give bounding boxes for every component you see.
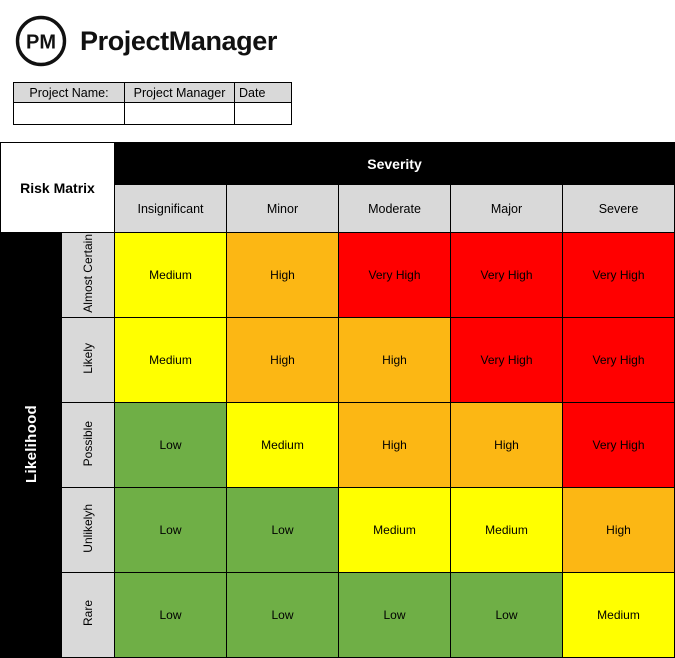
matrix-cell[interactable]: Very High: [450, 317, 563, 403]
svg-text:PM: PM: [26, 32, 56, 54]
matrix-cell[interactable]: Medium: [562, 572, 675, 658]
project-info-value-row: [13, 102, 292, 125]
severity-level-minor: Minor: [226, 184, 339, 233]
risk-matrix-corner-label: Risk Matrix: [0, 142, 115, 233]
matrix-cell[interactable]: Very High: [450, 232, 563, 318]
matrix-row-unlikely: Unlikelyh Low Low Medium Medium High: [1, 487, 675, 573]
matrix-cell[interactable]: Very High: [562, 232, 675, 318]
project-info-header-row: Project Name: Project Manager Date: [13, 82, 292, 103]
project-name-field[interactable]: [13, 102, 125, 125]
severity-band-row: Risk Matrix Severity: [0, 142, 675, 233]
matrix-cell[interactable]: High: [338, 317, 451, 403]
likelihood-level-likely: Likely: [61, 317, 115, 403]
matrix-cell[interactable]: Medium: [226, 402, 339, 488]
likelihood-level-rare: Rare: [61, 572, 115, 658]
matrix-cell[interactable]: Medium: [114, 232, 227, 318]
matrix-cell[interactable]: High: [226, 317, 339, 403]
matrix-row-possible: Possible Low Medium High High Very High: [1, 402, 675, 488]
date-header: Date: [234, 82, 292, 103]
matrix-cell[interactable]: Medium: [338, 487, 451, 573]
matrix-cell[interactable]: Low: [114, 487, 227, 573]
likelihood-level-text: Almost Certain: [81, 234, 95, 313]
matrix-cell[interactable]: Low: [114, 402, 227, 488]
brand-name: ProjectManager: [80, 25, 277, 56]
matrix-cell[interactable]: High: [562, 487, 675, 573]
likelihood-level-unlikely: Unlikelyh: [61, 487, 115, 573]
likelihood-axis-label: Likelihood: [0, 232, 62, 658]
project-name-header: Project Name:: [13, 82, 125, 103]
date-field[interactable]: [234, 102, 292, 125]
matrix-row-likely: Likely Medium High High Very High Very H…: [1, 317, 675, 403]
matrix-cell[interactable]: High: [450, 402, 563, 488]
matrix-cell[interactable]: Low: [226, 572, 339, 658]
matrix-cell[interactable]: Very High: [562, 317, 675, 403]
risk-matrix-table: Risk Matrix Severity Insignificant Minor…: [0, 142, 675, 658]
pm-circle-logo-icon: PM: [15, 15, 67, 67]
likelihood-level-almost-certain: Almost Certain: [61, 232, 115, 318]
severity-level-moderate: Moderate: [338, 184, 451, 233]
project-info-table: Project Name: Project Manager Date: [13, 82, 292, 125]
severity-level-major: Major: [450, 184, 563, 233]
matrix-cell[interactable]: High: [226, 232, 339, 318]
likelihood-level-text: Possible: [81, 420, 95, 467]
matrix-cell[interactable]: Low: [114, 572, 227, 658]
matrix-cell[interactable]: Low: [338, 572, 451, 658]
severity-level-severe: Severe: [562, 184, 675, 233]
matrix-cell[interactable]: Medium: [450, 487, 563, 573]
matrix-row-almost-certain: Likelihood Almost Certain Medium High Ve…: [0, 232, 675, 658]
brand-header: PM ProjectManager: [14, 14, 277, 68]
matrix-cell[interactable]: High: [338, 402, 451, 488]
matrix-cell[interactable]: Low: [450, 572, 563, 658]
matrix-cell[interactable]: Very High: [338, 232, 451, 318]
likelihood-level-text: Rare: [81, 600, 95, 627]
matrix-cell[interactable]: Medium: [114, 317, 227, 403]
matrix-row-rare: Rare Low Low Low Low Medium: [1, 572, 675, 658]
severity-level-insignificant: Insignificant: [114, 184, 227, 233]
project-manager-field[interactable]: [124, 102, 235, 125]
matrix-cell[interactable]: Low: [226, 487, 339, 573]
likelihood-level-text: Unlikelyh: [81, 504, 95, 553]
likelihood-axis-text: Likelihood: [22, 404, 40, 483]
likelihood-level-text: Likely: [81, 343, 95, 374]
severity-axis-label: Severity: [114, 142, 675, 185]
project-manager-header: Project Manager: [124, 82, 235, 103]
matrix-cell[interactable]: Very High: [562, 402, 675, 488]
likelihood-level-possible: Possible: [61, 402, 115, 488]
